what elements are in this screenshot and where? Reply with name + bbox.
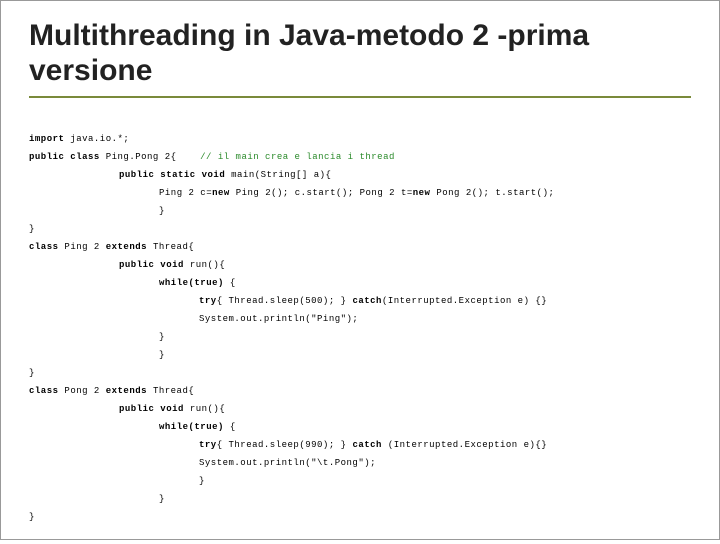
kw-public-class: public class [29, 152, 100, 162]
txt: } [29, 490, 165, 508]
kw-extends: extends [106, 242, 147, 252]
kw-import: import [29, 134, 64, 144]
txt: Thread{ [147, 386, 194, 396]
txt: Pong 2(); t.start(); [430, 188, 554, 198]
kw-psv: public static void [119, 170, 225, 180]
comment: // il main crea e lancia i thread [200, 152, 395, 162]
kw-new: new [413, 188, 431, 198]
txt: main(String[] a){ [225, 170, 331, 180]
kw-while: while(true) [159, 422, 224, 432]
kw-try: try [199, 440, 217, 450]
txt: { [224, 278, 236, 288]
kw-catch: catch [352, 440, 382, 450]
kw-extends: extends [106, 386, 147, 396]
kw-public-void: public void [119, 404, 184, 414]
txt: System.out.println("Ping"); [29, 310, 358, 328]
txt: } [29, 328, 165, 346]
txt: System.out.println("\t.Pong"); [29, 454, 376, 472]
txt: { Thread.sleep(500); } [217, 296, 353, 306]
txt: Ping.Pong 2{ [100, 152, 177, 162]
txt: run(){ [184, 404, 225, 414]
txt: (Interrupted.Exception e) {} [382, 296, 547, 306]
code-block: import java.io.*; public class Ping.Pong… [29, 112, 691, 544]
txt: { [224, 422, 236, 432]
txt: run(){ [184, 260, 225, 270]
txt: { Thread.sleep(990); } [217, 440, 353, 450]
kw-new: new [212, 188, 230, 198]
txt: } [29, 202, 165, 220]
txt: } [29, 512, 35, 522]
kw-class: class [29, 242, 59, 252]
txt: } [29, 346, 165, 364]
slide: Multithreading in Java-metodo 2 -prima v… [0, 0, 720, 540]
txt: Thread{ [147, 242, 194, 252]
txt: Ping 2 [59, 242, 106, 252]
kw-class: class [29, 386, 59, 396]
txt: java.io.*; [64, 134, 129, 144]
kw-public-void: public void [119, 260, 184, 270]
txt: Ping 2(); c.start(); Pong 2 t= [230, 188, 413, 198]
txt: } [29, 368, 35, 378]
txt: Pong 2 [59, 386, 106, 396]
txt: } [29, 472, 205, 490]
txt: (Interrupted.Exception e){} [382, 440, 547, 450]
slide-title: Multithreading in Java-metodo 2 -prima v… [29, 19, 691, 98]
kw-catch: catch [352, 296, 382, 306]
kw-try: try [199, 296, 217, 306]
kw-while: while(true) [159, 278, 224, 288]
txt: } [29, 224, 35, 234]
txt: Ping 2 c= [159, 188, 212, 198]
